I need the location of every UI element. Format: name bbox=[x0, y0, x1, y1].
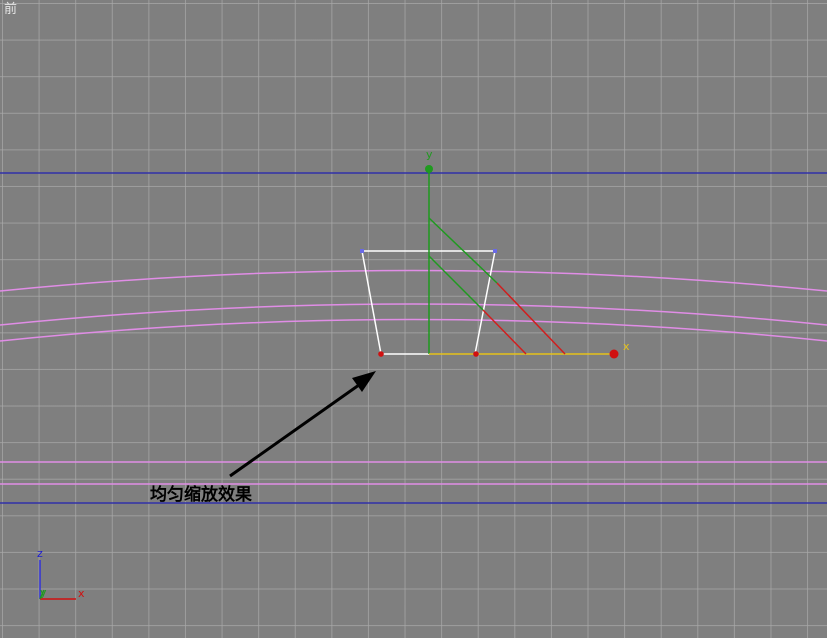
vertex-top-right[interactable] bbox=[493, 249, 497, 253]
tripod-x-label: x bbox=[78, 587, 85, 600]
gizmo-x-handle[interactable] bbox=[609, 349, 619, 359]
gizmo-plane-red-1[interactable] bbox=[496, 282, 566, 355]
gizmo-y-handle[interactable] bbox=[425, 165, 433, 173]
gizmo-y-label: y bbox=[426, 148, 433, 161]
gizmo-plane-red-2[interactable] bbox=[482, 309, 527, 355]
curve-line-2 bbox=[0, 303, 827, 326]
vertex-top-left[interactable] bbox=[360, 249, 364, 253]
tripod-z-label: z bbox=[37, 547, 43, 560]
tripod-y-label: y bbox=[40, 586, 47, 599]
gizmo-x-label: x bbox=[623, 340, 630, 353]
vertex-bottom-left[interactable] bbox=[378, 351, 384, 357]
vertex-bottom-mid[interactable] bbox=[473, 351, 479, 357]
curve-line-3 bbox=[0, 318, 827, 342]
gizmo-plane-green-2[interactable] bbox=[428, 255, 484, 311]
front-viewport[interactable]: 前 y x z x y 均匀缩放效果 bbox=[0, 0, 827, 638]
scene-canvas[interactable]: y x z x y bbox=[0, 0, 827, 638]
curve-line-1 bbox=[0, 269, 827, 292]
annotation-text: 均匀缩放效果 bbox=[150, 485, 252, 505]
